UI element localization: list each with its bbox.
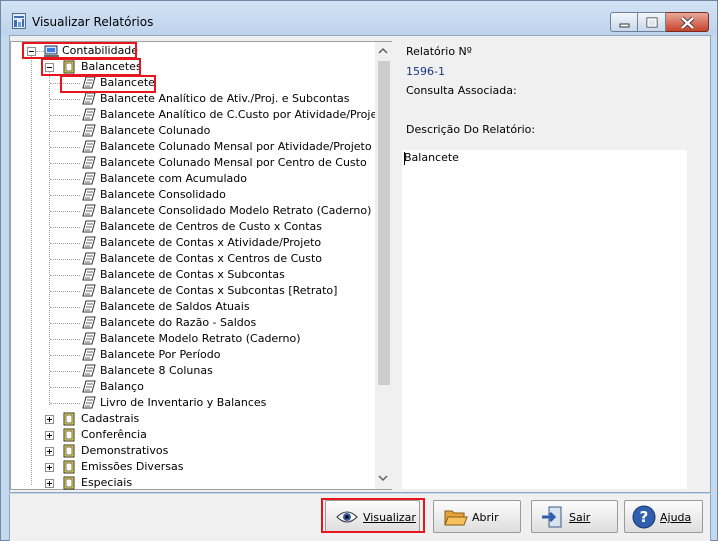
report-doc-icon [82, 380, 96, 393]
tree-guide [50, 339, 80, 340]
tree-guide [50, 147, 80, 148]
app-report-icon [12, 13, 26, 29]
expand-toggle[interactable] [45, 415, 54, 424]
folder-open-icon [444, 510, 468, 526]
folder-book-icon [63, 460, 75, 474]
open-button[interactable]: Abrir [433, 500, 521, 533]
report-viewer-window: Visualizar Relatórios Contabilidade Bala… [0, 0, 718, 541]
maximize-button[interactable] [638, 12, 666, 32]
tree-guide [50, 195, 80, 196]
folder-book-icon [63, 412, 75, 426]
tree-guide [50, 371, 80, 372]
tree-guide [50, 211, 80, 212]
tree-guide [50, 259, 80, 260]
tree-guide [50, 115, 80, 116]
tree-scroll-thumb[interactable] [378, 61, 390, 385]
folder-book-icon [63, 444, 75, 458]
report-doc-icon [82, 124, 96, 137]
highlight-box [22, 42, 137, 59]
tree-guide [50, 275, 80, 276]
tree-guide [50, 291, 80, 292]
report-doc-icon [82, 284, 96, 297]
description-scrollbar[interactable] [687, 150, 704, 489]
text-caret [404, 152, 405, 165]
report-doc-icon [82, 268, 96, 281]
tree-guide [50, 387, 80, 388]
help-button[interactable]: ? Ajuda [624, 500, 703, 533]
report-doc-icon [82, 396, 96, 409]
report-doc-icon [82, 252, 96, 265]
expand-toggle[interactable] [45, 431, 54, 440]
report-doc-icon [82, 140, 96, 153]
report-doc-icon [82, 172, 96, 185]
report-doc-icon [82, 364, 96, 377]
tree-guide [50, 307, 80, 308]
report-doc-icon [82, 108, 96, 121]
tree-guide [50, 227, 80, 228]
tree-guide [50, 243, 80, 244]
tree-guide [50, 179, 80, 180]
report-doc-icon [82, 348, 96, 361]
report-doc-icon [82, 332, 96, 345]
tree-guide [50, 163, 80, 164]
minimize-icon [619, 23, 630, 28]
description-text: Balancete [404, 151, 459, 164]
scroll-down-icon[interactable] [378, 473, 388, 483]
report-doc-icon [82, 236, 96, 249]
associated-query-label: Consulta Associada: [406, 84, 517, 97]
tree-guide [50, 99, 80, 100]
minimize-button[interactable] [610, 12, 638, 32]
highlight-box [60, 75, 156, 93]
folder-book-icon [63, 428, 75, 442]
report-doc-icon [82, 188, 96, 201]
report-doc-icon [82, 220, 96, 233]
tree-guide [50, 355, 80, 356]
expand-toggle[interactable] [45, 463, 54, 472]
report-doc-icon [82, 204, 96, 217]
svg-text:?: ? [640, 508, 649, 526]
help-icon: ? [632, 505, 656, 529]
tree-guide [50, 131, 80, 132]
description-label: Descrição Do Relatório: [406, 123, 536, 136]
tree-guide [31, 53, 32, 485]
maximize-icon [646, 17, 658, 28]
folder-book-icon [63, 476, 75, 490]
title-bar[interactable]: Visualizar Relatórios [1, 1, 717, 35]
expand-toggle[interactable] [45, 479, 54, 488]
report-doc-icon [82, 92, 96, 105]
report-number-label: Relatório Nº [406, 45, 472, 58]
exit-button[interactable]: Sair [531, 500, 618, 533]
report-doc-icon [82, 300, 96, 313]
window-title: Visualizar Relatórios [32, 15, 154, 29]
close-button[interactable] [666, 12, 709, 32]
tree-guide [50, 403, 80, 404]
description-textarea[interactable] [402, 150, 687, 489]
exit-door-icon [542, 506, 562, 528]
highlight-box [41, 58, 141, 76]
report-doc-icon [82, 156, 96, 169]
report-doc-icon [82, 316, 96, 329]
tree-guide [50, 323, 80, 324]
expand-toggle[interactable] [45, 447, 54, 456]
scroll-up-icon[interactable] [378, 46, 388, 56]
highlight-box [321, 498, 425, 533]
report-number-value: 1596-1 [406, 65, 445, 78]
close-icon [680, 16, 695, 30]
